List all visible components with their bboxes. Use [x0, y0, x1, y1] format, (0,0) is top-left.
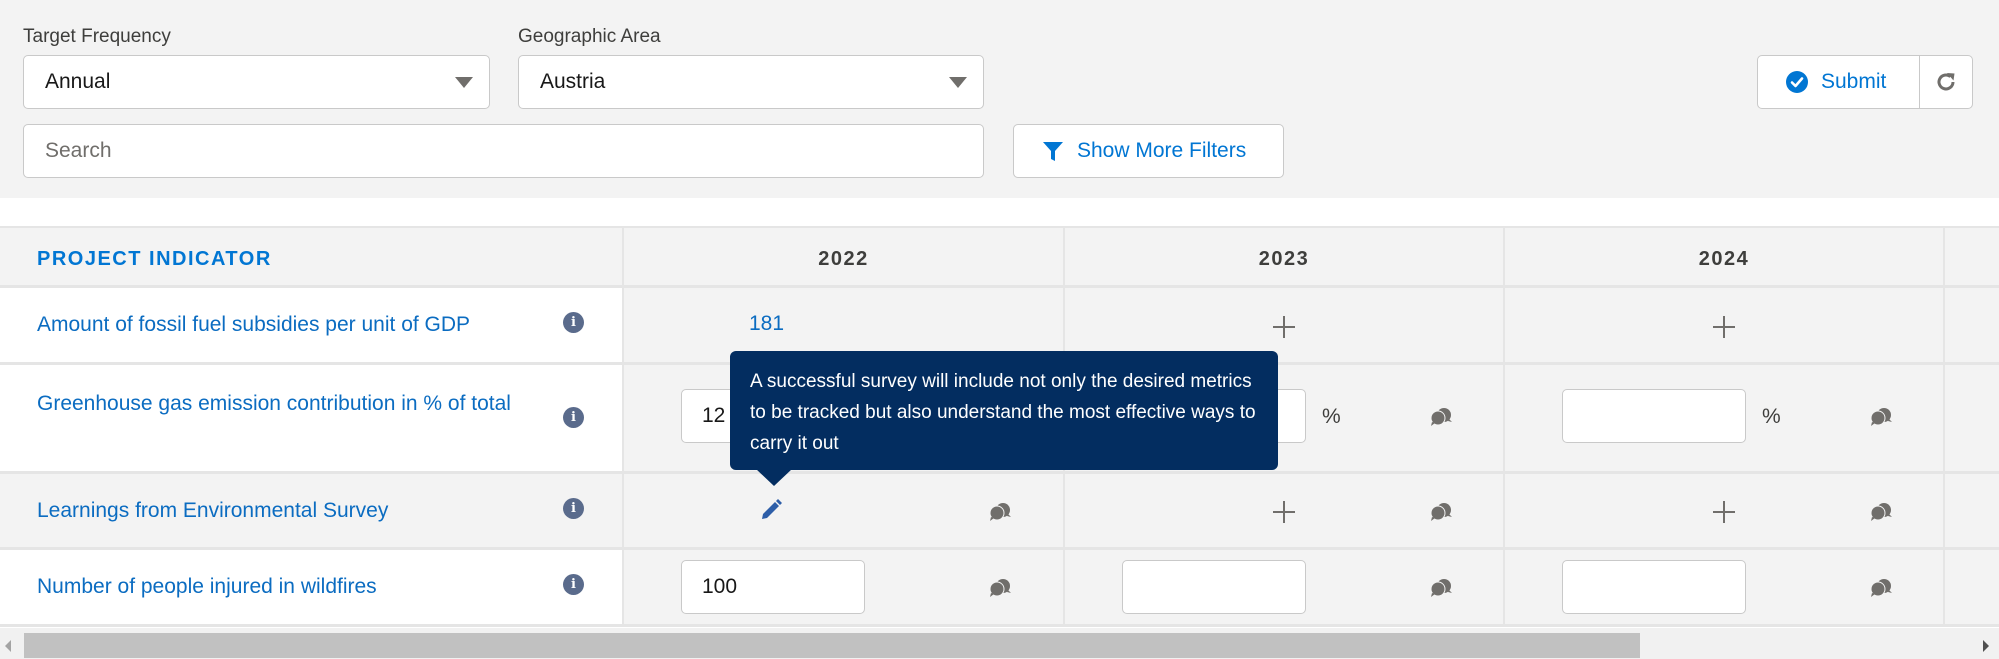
value-link[interactable]: 181: [749, 312, 784, 336]
value-input[interactable]: [1562, 560, 1746, 614]
pencil-icon[interactable]: [759, 498, 783, 522]
scroll-left-arrow-icon[interactable]: [5, 640, 11, 652]
indicator-link[interactable]: Amount of fossil fuel subsidies per unit…: [37, 308, 470, 341]
tooltip-arrow: [756, 469, 792, 486]
info-icon[interactable]: i: [563, 407, 584, 428]
scrollbar-thumb[interactable]: [24, 633, 1640, 658]
value-cell: [624, 550, 1065, 624]
scroll-right-arrow-icon[interactable]: [1983, 640, 1989, 652]
target-frequency-value: Annual: [45, 70, 111, 93]
indicator-cell: Number of people injured in wildfires i: [0, 550, 624, 624]
value-cell: %: [1505, 365, 1945, 471]
check-circle-icon: [1786, 71, 1808, 93]
show-more-filters-button[interactable]: Show More Filters: [1013, 124, 1284, 178]
table-row: Learnings from Environmental Survey i: [0, 474, 1999, 550]
empty-cell: [1945, 474, 1999, 547]
header-cell-year: 2024: [1505, 228, 1945, 285]
value-cell: [1505, 288, 1945, 362]
value-cell: [1505, 550, 1945, 624]
value-cell: [624, 474, 1065, 547]
year-header-2022: 2022: [818, 248, 869, 270]
plus-icon[interactable]: [1713, 316, 1735, 338]
info-icon[interactable]: i: [563, 498, 584, 519]
value-input[interactable]: [1562, 389, 1746, 443]
chat-bubbles-icon[interactable]: [1869, 502, 1893, 522]
indicator-cell: Greenhouse gas emission contribution in …: [0, 365, 624, 471]
chat-bubbles-icon[interactable]: [988, 502, 1012, 522]
info-icon[interactable]: i: [563, 574, 584, 595]
refresh-button[interactable]: [1920, 56, 1972, 108]
value-input[interactable]: [1122, 560, 1306, 614]
chat-bubbles-icon[interactable]: [1429, 578, 1453, 598]
empty-cell: [1945, 288, 1999, 362]
show-more-filters-label: Show More Filters: [1077, 139, 1247, 162]
chat-bubbles-icon[interactable]: [1429, 502, 1453, 522]
value-input[interactable]: [681, 560, 865, 614]
project-indicator-header: PROJECT INDICATOR: [37, 248, 272, 270]
header-cell-year: 2022: [624, 228, 1065, 285]
unit-label: %: [1322, 405, 1341, 428]
empty-cell: [1945, 365, 1999, 471]
table-row: Number of people injured in wildfires i: [0, 550, 1999, 627]
plus-icon[interactable]: [1713, 501, 1735, 523]
indicator-cell: Learnings from Environmental Survey i: [0, 474, 624, 547]
tooltip-text: A successful survey will include not onl…: [750, 371, 1256, 454]
refresh-icon: [1937, 73, 1955, 91]
submit-button-group: Submit: [1757, 55, 1973, 109]
spacer-strip: [0, 198, 1999, 226]
page: Target Frequency Annual Geographic Area …: [0, 0, 1999, 659]
info-icon[interactable]: i: [563, 312, 584, 333]
header-cell-year: 2023: [1065, 228, 1505, 285]
info-tooltip: A successful survey will include not onl…: [730, 351, 1278, 486]
chevron-down-icon: [949, 77, 967, 88]
geographic-area-label: Geographic Area: [518, 26, 661, 47]
indicator-link[interactable]: Learnings from Environmental Survey: [37, 494, 388, 527]
chat-bubbles-icon[interactable]: [1869, 407, 1893, 427]
header-cell-indicator: PROJECT INDICATOR: [0, 228, 624, 285]
year-header-2023: 2023: [1258, 248, 1310, 270]
table-header-row: PROJECT INDICATOR 2022 2023 2024: [0, 228, 1999, 288]
header-cell-empty: [1945, 228, 1999, 285]
filter-bar: Target Frequency Annual Geographic Area …: [0, 0, 1999, 198]
value-cell: [1065, 550, 1505, 624]
horizontal-scrollbar[interactable]: [0, 627, 1999, 659]
submit-button[interactable]: Submit: [1758, 56, 1920, 108]
search-input[interactable]: [23, 124, 984, 178]
value-cell: [1505, 474, 1945, 547]
indicator-cell: Amount of fossil fuel subsidies per unit…: [0, 288, 624, 362]
chat-bubbles-icon[interactable]: [988, 578, 1012, 598]
indicator-link[interactable]: Greenhouse gas emission contribution in …: [37, 387, 517, 420]
geographic-area-select[interactable]: Austria: [518, 55, 984, 109]
plus-icon[interactable]: [1273, 501, 1295, 523]
funnel-icon: [1043, 142, 1063, 161]
plus-icon[interactable]: [1273, 316, 1295, 338]
empty-cell: [1945, 550, 1999, 624]
unit-label: %: [1762, 405, 1781, 428]
chevron-down-icon: [455, 77, 473, 88]
chat-bubbles-icon[interactable]: [1869, 578, 1893, 598]
submit-label: Submit: [1821, 70, 1887, 93]
indicator-link[interactable]: Number of people injured in wildfires: [37, 570, 377, 603]
geographic-area-value: Austria: [540, 70, 606, 93]
target-frequency-select[interactable]: Annual: [23, 55, 490, 109]
year-header-2024: 2024: [1698, 248, 1750, 270]
target-frequency-label: Target Frequency: [23, 26, 171, 47]
value-cell: [1065, 474, 1505, 547]
chat-bubbles-icon[interactable]: [1429, 407, 1453, 427]
